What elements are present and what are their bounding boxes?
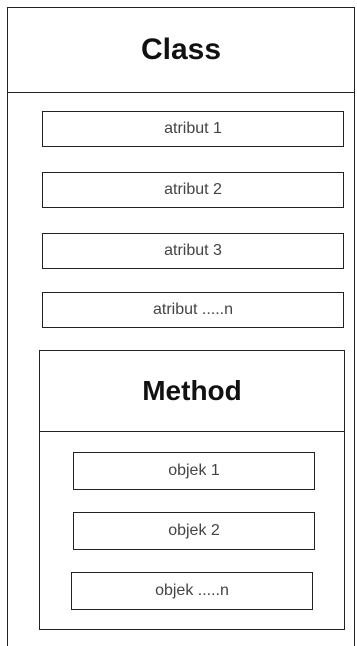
attribute-box: atribut 2	[42, 172, 344, 208]
attribute-label: atribut .....n	[152, 301, 234, 318]
method-title: Method	[142, 374, 242, 406]
object-box: objek 2	[73, 512, 315, 550]
attribute-box: atribut .....n	[42, 292, 344, 328]
object-label: objek .....n	[155, 582, 229, 599]
attribute-box: atribut 3	[42, 233, 344, 269]
object-box: objek 1	[73, 452, 315, 490]
object-label: objek 2	[168, 522, 220, 539]
attribute-label: atribut 1	[164, 120, 222, 137]
class-header: Class	[7, 7, 355, 93]
attribute-box: atribut 1	[42, 111, 344, 147]
method-header: Method	[39, 350, 345, 432]
attribute-label: atribut 2	[164, 181, 222, 198]
class-title: Class	[140, 32, 222, 66]
object-box: objek .....n	[71, 572, 313, 610]
object-label: objek 1	[168, 462, 220, 479]
attribute-label: atribut 3	[164, 242, 222, 259]
